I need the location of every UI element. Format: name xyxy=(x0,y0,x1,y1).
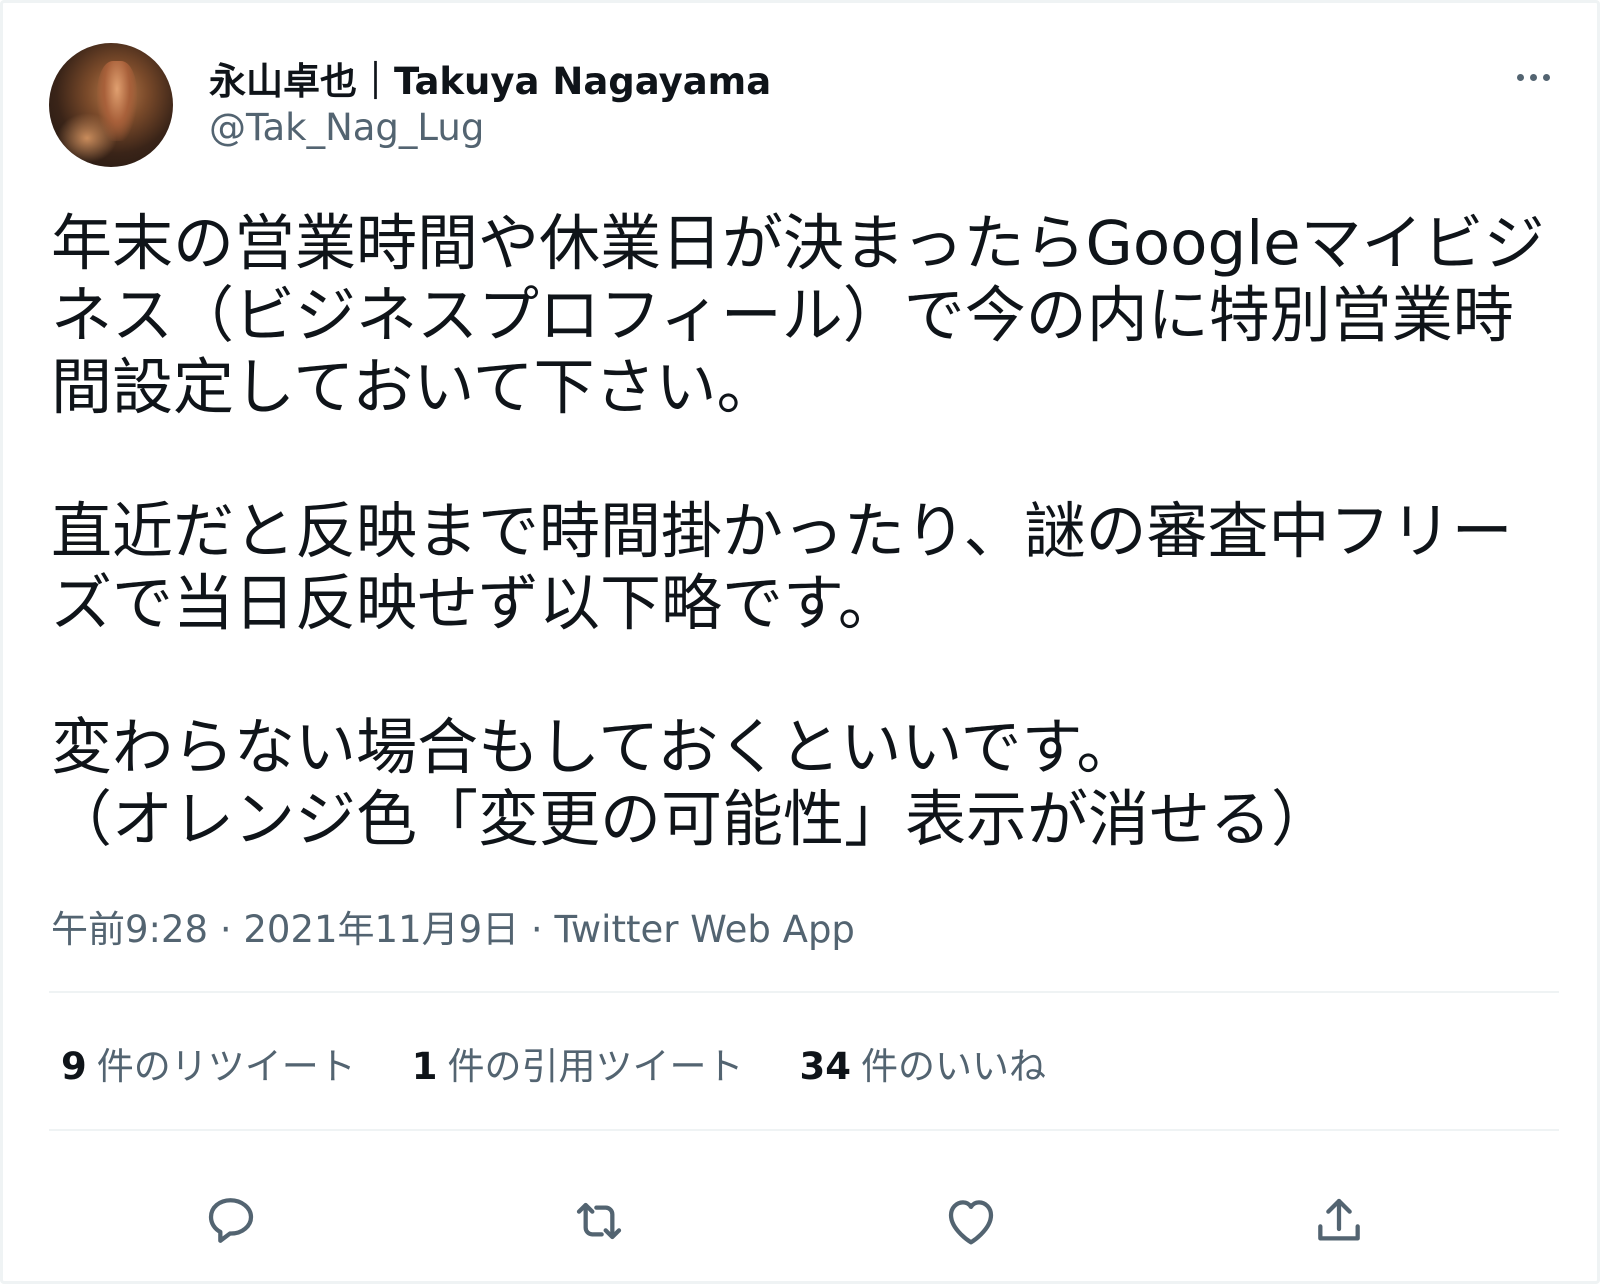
divider xyxy=(49,991,1559,993)
quote-label: 件の引用ツイート xyxy=(447,1045,744,1088)
more-dot xyxy=(1529,73,1537,81)
tweet-card: 永山卓也｜Takuya Nagayama @Tak_Nag_Lug 年末の営業時… xyxy=(0,0,1600,1284)
quote-count-link[interactable]: 1 件の引用ツイート xyxy=(412,1036,744,1090)
action-bar xyxy=(3,1189,1600,1259)
retweet-label: 件のリツイート xyxy=(96,1045,356,1088)
more-dot xyxy=(1542,73,1550,81)
share-icon[interactable] xyxy=(1307,1189,1371,1253)
tweet-line: 変わらない場合もしておくといいです。 xyxy=(51,712,1138,783)
user-handle[interactable]: @Tak_Nag_Lug xyxy=(209,106,484,149)
tweet-line: ネス（ビジネスプロフィール）で今の内に特別営業時 xyxy=(51,280,1514,351)
like-count: 34 xyxy=(799,1045,852,1088)
display-name[interactable]: 永山卓也｜Takuya Nagayama xyxy=(209,51,771,105)
avatar-figure xyxy=(97,61,137,141)
reply-icon[interactable] xyxy=(199,1189,263,1253)
engagement-stats: 9 件のリツイート 1 件の引用ツイート 34 件のいいね xyxy=(61,1036,1046,1090)
more-dot xyxy=(1516,73,1524,81)
tweet-line: 間設定しておいて下さい。 xyxy=(51,352,778,423)
divider xyxy=(49,1129,1559,1131)
like-count-link[interactable]: 34 件のいいね xyxy=(800,1036,1047,1090)
tweet-line: 年末の営業時間や休業日が決まったらGoogleマイビジ xyxy=(51,208,1545,279)
more-icon[interactable] xyxy=(1503,61,1563,93)
tweet-line: ズで当日反映せず以下略です。 xyxy=(51,568,899,639)
quote-count: 1 xyxy=(411,1045,438,1088)
retweet-icon[interactable] xyxy=(567,1189,631,1253)
tweet-line: 直近だと反映まで時間掛かったり、謎の審査中フリー xyxy=(51,496,1513,567)
retweet-count: 9 xyxy=(61,1045,87,1088)
avatar[interactable] xyxy=(49,43,173,167)
like-icon[interactable] xyxy=(939,1189,1003,1253)
retweet-count-link[interactable]: 9 件のリツイート xyxy=(61,1036,356,1090)
tweet-line: （オレンジ色「変更の可能性」表示が消せる） xyxy=(51,784,1333,855)
tweet-timestamp[interactable]: 午前9:28 · 2021年11月9日 · Twitter Web App xyxy=(51,899,855,953)
tweet-text: 年末の営業時間や休業日が決まったらGoogleマイビジ ネス（ビジネスプロフィー… xyxy=(51,208,1571,856)
like-label: 件のいいね xyxy=(861,1045,1046,1088)
